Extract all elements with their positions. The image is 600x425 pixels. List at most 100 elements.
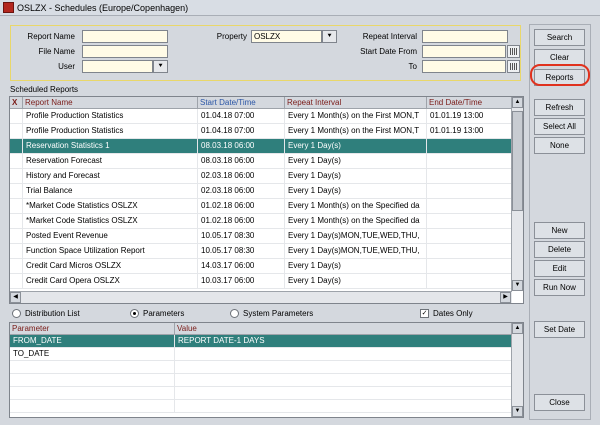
user-input[interactable] — [82, 60, 153, 73]
table-row[interactable]: Credit Card Opera OSLZX 10.03.17 06:00 Eve… — [10, 274, 512, 289]
edit-button[interactable]: Edit — [534, 260, 585, 277]
table-row[interactable]: Posted Event Revenue 10.05.17 08:30 Every … — [10, 229, 512, 244]
param-vertical-scrollbar[interactable]: ▲ ▼ — [511, 323, 523, 417]
new-button[interactable]: New — [534, 222, 585, 239]
param-column-header-value: Value — [175, 323, 512, 335]
cell-start: 14.03.17 06:00 — [198, 259, 285, 274]
set-date-button[interactable]: Set Date — [534, 321, 585, 338]
param-row[interactable]: FROM_DATE REPORT DATE-1 DAYS — [10, 335, 512, 348]
parameters-label: Parameters — [143, 309, 185, 318]
table-row[interactable]: Profile Production Statistics 01.04.18 07… — [10, 109, 512, 124]
param-cell-value — [175, 361, 512, 374]
run-now-button[interactable]: Run Now — [534, 279, 585, 296]
user-dropdown-button[interactable]: ⯆ — [153, 60, 168, 73]
parameters-radio[interactable] — [130, 309, 139, 318]
scheduled-reports-title: Scheduled Reports — [10, 85, 79, 94]
table-row[interactable]: *Market Code Statistics OSLZX 01.02.18 06… — [10, 199, 512, 214]
repeat-interval-input[interactable] — [422, 30, 508, 43]
param-cell-parameter: FROM_DATE — [10, 335, 175, 348]
dates-only-checkbox[interactable]: ✓ — [420, 309, 429, 318]
param-cell-parameter — [10, 400, 175, 413]
column-header-start-date[interactable]: Start Date/Time — [198, 97, 285, 109]
cell-end: 01.01.19 13:00 — [427, 109, 512, 124]
cell-start: 01.04.18 07:00 — [198, 124, 285, 139]
param-cell-value: REPORT DATE-1 DAYS — [175, 335, 512, 348]
table-row[interactable]: Credit Card Micros OSLZX 14.03.17 06:00 Ev… — [10, 259, 512, 274]
table-row[interactable]: Trial Balance 02.03.18 06:00 Every 1 Day(s… — [10, 184, 512, 199]
param-cell-value — [175, 400, 512, 413]
none-button[interactable]: None — [534, 137, 585, 154]
cell-end: 01.01.19 13:00 — [427, 124, 512, 139]
cell-name: *Market Code Statistics OSLZX — [23, 214, 198, 229]
close-button[interactable]: Close — [534, 394, 585, 411]
to-date-label: To — [408, 62, 417, 71]
cell-select-marker — [10, 169, 23, 184]
to-date-input[interactable] — [422, 60, 506, 73]
cell-start: 02.03.18 06:00 — [198, 169, 285, 184]
param-row[interactable] — [10, 361, 512, 374]
cell-end — [427, 139, 512, 154]
cell-select-marker — [10, 244, 23, 259]
cell-repeat: Every 1 Day(s) — [285, 274, 427, 289]
table-row[interactable]: Reservation Statistics 1 08.03.18 06:00 Ev… — [10, 139, 512, 154]
table-vertical-scrollbar[interactable]: ▲ ▼ — [511, 97, 523, 291]
property-input[interactable]: OSLZX — [251, 30, 322, 43]
table-row[interactable]: History and Forecast 02.03.18 06:00 Every … — [10, 169, 512, 184]
cell-repeat: Every 1 Day(s) — [285, 259, 427, 274]
cell-repeat: Every 1 Day(s) — [285, 169, 427, 184]
cell-repeat: Every 1 Month(s) on the Specified da — [285, 214, 427, 229]
to-date-calendar-icon[interactable] — [507, 60, 520, 73]
parameters-table: Parameter Value FROM_DATE REPORT DATE-1 D… — [9, 322, 524, 418]
param-cell-parameter: TO_DATE — [10, 348, 175, 361]
system-parameters-radio[interactable] — [230, 309, 239, 318]
distribution-list-radio[interactable] — [12, 309, 21, 318]
cell-start: 01.04.18 07:00 — [198, 109, 285, 124]
file-name-input[interactable] — [82, 45, 168, 58]
refresh-button[interactable]: Refresh — [534, 99, 585, 116]
cell-start: 01.02.18 06:00 — [198, 199, 285, 214]
search-button[interactable]: Search — [534, 29, 585, 46]
cell-repeat: Every 1 Month(s) on the First MON,T — [285, 124, 427, 139]
scroll-thumb[interactable] — [512, 111, 523, 211]
column-header-repeat-interval[interactable]: Repeat Interval — [285, 97, 427, 109]
scroll-right-arrow[interactable]: ▶ — [500, 292, 511, 303]
param-row[interactable] — [10, 400, 512, 413]
table-row[interactable]: Profile Production Statistics 01.04.18 07… — [10, 124, 512, 139]
column-header-end-date[interactable]: End Date/Time — [427, 97, 512, 109]
scheduled-reports-table: X Report Name Start Date/Time Repeat Int… — [9, 96, 524, 304]
cell-name: Profile Production Statistics — [23, 109, 198, 124]
report-name-input[interactable] — [82, 30, 168, 43]
column-header-x[interactable]: X — [10, 97, 23, 109]
cell-name: Reservation Forecast — [23, 154, 198, 169]
cell-name: Profile Production Statistics — [23, 124, 198, 139]
cell-repeat: Every 1 Day(s) — [285, 154, 427, 169]
select-all-button[interactable]: Select All — [534, 118, 585, 135]
file-name-label: File Name — [38, 47, 75, 56]
scroll-up-arrow[interactable]: ▲ — [512, 97, 523, 108]
param-scroll-up-arrow[interactable]: ▲ — [512, 323, 523, 334]
table-horizontal-scrollbar[interactable]: ◀ ▶ — [10, 291, 512, 303]
cell-start: 10.05.17 08:30 — [198, 244, 285, 259]
delete-button[interactable]: Delete — [534, 241, 585, 258]
param-row[interactable]: TO_DATE — [10, 348, 512, 361]
table-row[interactable]: Reservation Forecast 08.03.18 06:00 Every … — [10, 154, 512, 169]
param-row[interactable] — [10, 374, 512, 387]
column-header-report-name[interactable]: Report Name — [23, 97, 198, 109]
cell-select-marker — [10, 154, 23, 169]
table-row[interactable]: *Market Code Statistics OSLZX 01.02.18 06… — [10, 214, 512, 229]
scroll-left-arrow[interactable]: ◀ — [10, 292, 21, 303]
cell-select-marker — [10, 139, 23, 154]
cell-repeat: Every 1 Day(s) — [285, 184, 427, 199]
scroll-down-arrow[interactable]: ▼ — [512, 280, 523, 291]
cell-select-marker — [10, 274, 23, 289]
cell-end — [427, 274, 512, 289]
param-scroll-down-arrow[interactable]: ▼ — [512, 406, 523, 417]
cell-start: 02.03.18 06:00 — [198, 184, 285, 199]
param-cell-value — [175, 374, 512, 387]
cell-name: History and Forecast — [23, 169, 198, 184]
start-date-from-input[interactable] — [422, 45, 506, 58]
param-row[interactable] — [10, 387, 512, 400]
start-date-calendar-icon[interactable] — [507, 45, 520, 58]
cell-select-marker — [10, 229, 23, 244]
table-row[interactable]: Function Space Utilization Report 10.05.1… — [10, 244, 512, 259]
